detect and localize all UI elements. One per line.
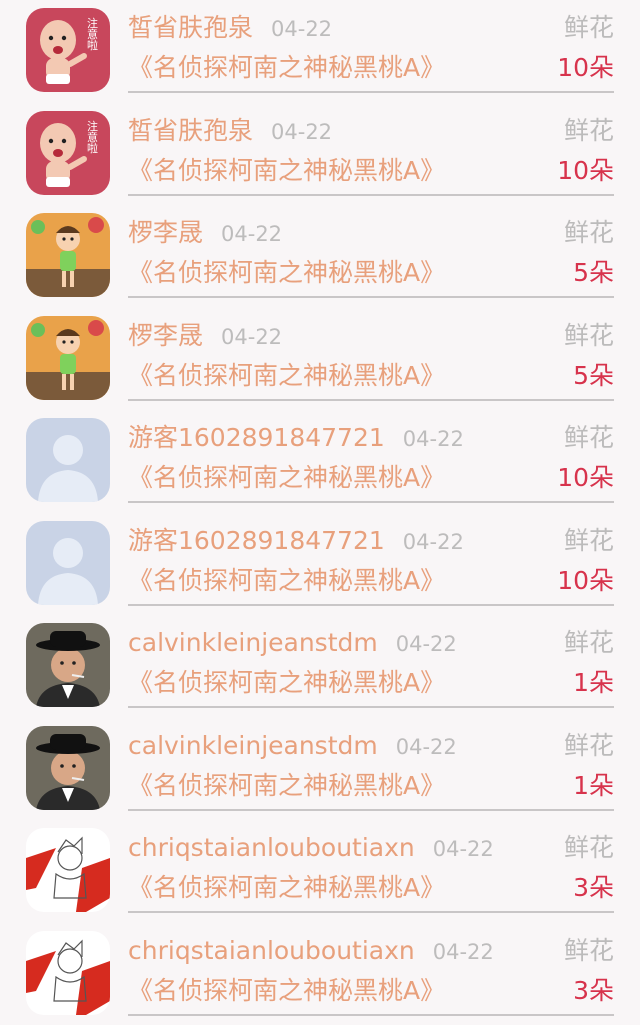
gift-quantity: 3朵 — [573, 870, 614, 906]
list-item[interactable]: 注意啦 皙省肤孢泉 04-22 鲜花 《名侦探柯南之神秘黑桃A》 10朵 — [0, 0, 640, 103]
username[interactable]: 游客1602891847721 — [128, 423, 385, 452]
list-item[interactable]: 注意啦 皙省肤孢泉 04-22 鲜花 《名侦探柯南之神秘黑桃A》 10朵 — [0, 103, 640, 206]
avatar-badge-text: 注意啦 — [86, 16, 99, 50]
item-content: 皙省肤孢泉 04-22 鲜花 《名侦探柯南之神秘黑桃A》 10朵 — [128, 103, 614, 196]
default-user-avatar — [26, 418, 110, 502]
user-avatar[interactable] — [26, 418, 110, 502]
list-item[interactable]: chriqstaianlouboutiaxn 04-22 鲜花 《名侦探柯南之神秘… — [0, 923, 640, 1025]
date: 04-22 — [403, 530, 464, 554]
gift-type: 鲜花 — [564, 420, 614, 456]
username[interactable]: chriqstaianlouboutiaxn — [128, 833, 415, 862]
date: 04-22 — [271, 17, 332, 41]
gift-quantity: 1朵 — [573, 768, 614, 804]
book-title[interactable]: 《名侦探柯南之神秘黑桃A》 — [128, 973, 445, 1009]
user-avatar[interactable] — [26, 931, 110, 1015]
item-content: 游客1602891847721 04-22 鲜花 《名侦探柯南之神秘黑桃A》 10… — [128, 410, 614, 503]
user-avatar[interactable] — [26, 726, 110, 810]
book-title[interactable]: 《名侦探柯南之神秘黑桃A》 — [128, 358, 445, 394]
item-content: chriqstaianlouboutiaxn 04-22 鲜花 《名侦探柯南之神秘… — [128, 923, 614, 1016]
gift-quantity: 5朵 — [573, 358, 614, 394]
date: 04-22 — [396, 632, 457, 656]
date: 04-22 — [396, 735, 457, 759]
date: 04-22 — [433, 837, 494, 861]
gift-quantity: 10朵 — [557, 460, 614, 496]
gift-quantity: 1朵 — [573, 665, 614, 701]
date: 04-22 — [403, 427, 464, 451]
user-avatar[interactable] — [26, 521, 110, 605]
list-item[interactable]: 椤李晟 04-22 鲜花 《名侦探柯南之神秘黑桃A》 5朵 — [0, 205, 640, 308]
baby-sticker-avatar: 注意啦 — [26, 8, 110, 92]
baby-sticker-avatar: 注意啦 — [26, 111, 110, 195]
book-title[interactable]: 《名侦探柯南之神秘黑桃A》 — [128, 460, 445, 496]
gift-type: 鲜花 — [564, 728, 614, 764]
item-content: chriqstaianlouboutiaxn 04-22 鲜花 《名侦探柯南之神秘… — [128, 820, 614, 913]
list-item[interactable]: 椤李晟 04-22 鲜花 《名侦探柯南之神秘黑桃A》 5朵 — [0, 308, 640, 411]
item-content: 椤李晟 04-22 鲜花 《名侦探柯南之神秘黑桃A》 5朵 — [128, 308, 614, 401]
item-content: 游客1602891847721 04-22 鲜花 《名侦探柯南之神秘黑桃A》 10… — [128, 513, 614, 606]
man-in-hat-avatar — [26, 623, 110, 707]
gift-type: 鲜花 — [564, 318, 614, 354]
username[interactable]: calvinkleinjeanstdm — [128, 731, 378, 760]
date: 04-22 — [433, 940, 494, 964]
gift-type: 鲜花 — [564, 10, 614, 46]
list-item[interactable]: 游客1602891847721 04-22 鲜花 《名侦探柯南之神秘黑桃A》 10… — [0, 513, 640, 616]
user-avatar[interactable] — [26, 623, 110, 707]
user-avatar[interactable] — [26, 213, 110, 297]
user-avatar[interactable]: 注意啦 — [26, 111, 110, 195]
sketch-red-avatar — [26, 828, 110, 912]
man-in-hat-avatar — [26, 726, 110, 810]
gift-type: 鲜花 — [564, 523, 614, 559]
default-user-avatar — [26, 521, 110, 605]
username[interactable]: chriqstaianlouboutiaxn — [128, 936, 415, 965]
book-title[interactable]: 《名侦探柯南之神秘黑桃A》 — [128, 870, 445, 906]
username[interactable]: 皙省肤孢泉 — [128, 13, 253, 42]
item-content: calvinkleinjeanstdm 04-22 鲜花 《名侦探柯南之神秘黑桃A… — [128, 718, 614, 811]
item-content: calvinkleinjeanstdm 04-22 鲜花 《名侦探柯南之神秘黑桃A… — [128, 615, 614, 708]
user-avatar[interactable]: 注意啦 — [26, 8, 110, 92]
gift-quantity: 10朵 — [557, 50, 614, 86]
username[interactable]: 椤李晟 — [128, 218, 203, 247]
username[interactable]: 游客1602891847721 — [128, 526, 385, 555]
gift-type: 鲜花 — [564, 625, 614, 661]
avatar-badge-text: 注意啦 — [86, 119, 99, 153]
book-title[interactable]: 《名侦探柯南之神秘黑桃A》 — [128, 50, 445, 86]
gift-type: 鲜花 — [564, 830, 614, 866]
user-avatar[interactable] — [26, 316, 110, 400]
book-title[interactable]: 《名侦探柯南之神秘黑桃A》 — [128, 563, 445, 599]
item-content: 椤李晟 04-22 鲜花 《名侦探柯南之神秘黑桃A》 5朵 — [128, 205, 614, 298]
book-title[interactable]: 《名侦探柯南之神秘黑桃A》 — [128, 153, 445, 189]
gift-quantity: 10朵 — [557, 153, 614, 189]
username[interactable]: calvinkleinjeanstdm — [128, 628, 378, 657]
username[interactable]: 椤李晟 — [128, 321, 203, 350]
sketch-red-avatar — [26, 931, 110, 1015]
gift-type: 鲜花 — [564, 933, 614, 969]
list-item[interactable]: 游客1602891847721 04-22 鲜花 《名侦探柯南之神秘黑桃A》 10… — [0, 410, 640, 513]
user-avatar[interactable] — [26, 828, 110, 912]
list-item[interactable]: chriqstaianlouboutiaxn 04-22 鲜花 《名侦探柯南之神秘… — [0, 820, 640, 923]
date: 04-22 — [221, 325, 282, 349]
gift-quantity: 5朵 — [573, 255, 614, 291]
gift-type: 鲜花 — [564, 113, 614, 149]
list-item[interactable]: calvinkleinjeanstdm 04-22 鲜花 《名侦探柯南之神秘黑桃A… — [0, 615, 640, 718]
gift-type: 鲜花 — [564, 215, 614, 251]
book-title[interactable]: 《名侦探柯南之神秘黑桃A》 — [128, 255, 445, 291]
date: 04-22 — [221, 222, 282, 246]
cartoon-kid-avatar — [26, 213, 110, 297]
book-title[interactable]: 《名侦探柯南之神秘黑桃A》 — [128, 665, 445, 701]
book-title[interactable]: 《名侦探柯南之神秘黑桃A》 — [128, 768, 445, 804]
list-item[interactable]: calvinkleinjeanstdm 04-22 鲜花 《名侦探柯南之神秘黑桃A… — [0, 718, 640, 821]
date: 04-22 — [271, 120, 332, 144]
gift-quantity: 3朵 — [573, 973, 614, 1009]
gift-quantity: 10朵 — [557, 563, 614, 599]
cartoon-kid-avatar — [26, 316, 110, 400]
username[interactable]: 皙省肤孢泉 — [128, 116, 253, 145]
item-content: 皙省肤孢泉 04-22 鲜花 《名侦探柯南之神秘黑桃A》 10朵 — [128, 0, 614, 93]
